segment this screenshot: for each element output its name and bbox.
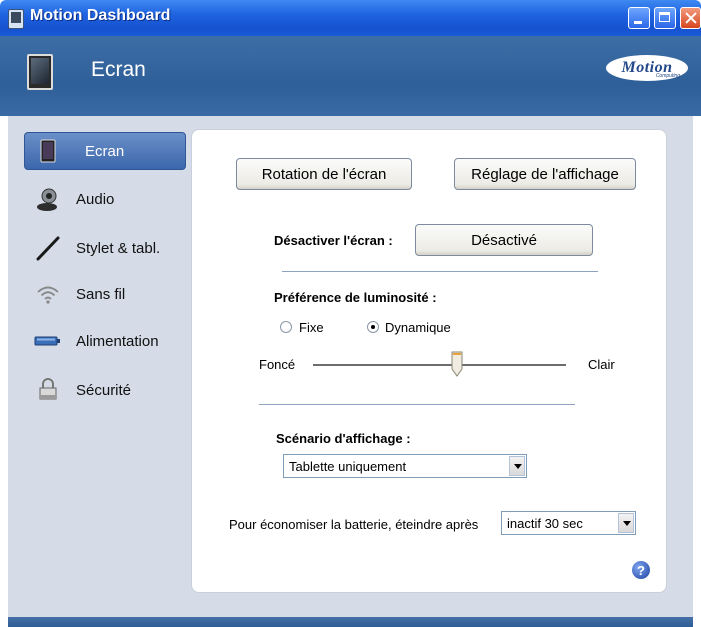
dropdown-arrow-icon[interactable]: [618, 513, 634, 533]
sidebar-item-ecran[interactable]: Ecran: [24, 132, 186, 170]
lock-icon: [39, 378, 57, 400]
pen-icon: [36, 236, 60, 261]
scenario-select[interactable]: Tablette uniquement: [283, 454, 527, 478]
disable-screen-label: Désactiver l'écran :: [274, 233, 393, 248]
sidebar-item-label: Sans fil: [76, 285, 126, 303]
slider-min-label: Foncé: [259, 357, 296, 372]
battery-timeout-select[interactable]: inactif 30 sec: [501, 511, 636, 535]
brightness-slider-thumb[interactable]: [451, 351, 463, 377]
radio-fixed-label: Fixe: [299, 320, 324, 335]
brightness-slider-track[interactable]: [313, 364, 566, 367]
separator: [282, 271, 598, 272]
title-bar[interactable]: Motion Dashboard: [0, 0, 701, 36]
speaker-icon: [37, 188, 57, 211]
minimize-button[interactable]: [628, 7, 650, 29]
slider-max-label: Clair: [588, 357, 615, 372]
radio-dynamic[interactable]: [367, 321, 379, 333]
display-settings-button[interactable]: Réglage de l'affichage: [454, 158, 636, 190]
disable-screen-button[interactable]: Désactivé: [415, 224, 593, 256]
scenario-value: Tablette uniquement: [289, 458, 407, 474]
sidebar-item-sans-fil[interactable]: Sans fil: [22, 275, 190, 313]
sidebar-item-alimentation[interactable]: Alimentation: [22, 322, 190, 360]
sidebar-item-audio[interactable]: Audio: [22, 180, 190, 218]
motion-logo: Motion Computing: [606, 55, 688, 81]
tablet-icon: [40, 139, 56, 163]
brightness-label: Préférence de luminosité :: [274, 290, 437, 305]
sidebar-item-stylet[interactable]: Stylet & tabl.: [22, 229, 190, 267]
bottom-bar: [8, 617, 693, 627]
tablet-icon: [27, 54, 53, 90]
sidebar-item-label: Sécurité: [76, 381, 132, 399]
radio-fixed[interactable]: [280, 321, 292, 333]
maximize-button[interactable]: [654, 7, 676, 29]
sidebar-item-label: Audio: [76, 190, 115, 208]
help-icon[interactable]: ?: [632, 561, 650, 579]
sidebar-item-securite[interactable]: Sécurité: [22, 371, 190, 409]
battery-icon: [34, 336, 60, 346]
window-title: Motion Dashboard: [30, 7, 171, 24]
wireless-icon: [37, 286, 59, 304]
battery-label: Pour économiser la batterie, éteindre ap…: [229, 517, 479, 532]
sidebar-item-label: Stylet & tabl.: [76, 239, 161, 257]
scenario-label: Scénario d'affichage :: [276, 431, 411, 446]
sidebar-item-label: Ecran: [85, 142, 125, 160]
dropdown-arrow-icon[interactable]: [509, 456, 525, 476]
header-band: Ecran Motion Computing: [0, 36, 701, 116]
sidebar-item-label: Alimentation: [76, 332, 159, 350]
separator: [259, 404, 575, 405]
battery-timeout-value: inactif 30 sec: [507, 515, 583, 531]
page-title: Ecran: [91, 58, 146, 81]
app-icon: [8, 9, 24, 29]
radio-dynamic-label: Dynamique: [385, 320, 451, 335]
rotation-button[interactable]: Rotation de l'écran: [236, 158, 412, 190]
close-button[interactable]: [680, 7, 701, 29]
